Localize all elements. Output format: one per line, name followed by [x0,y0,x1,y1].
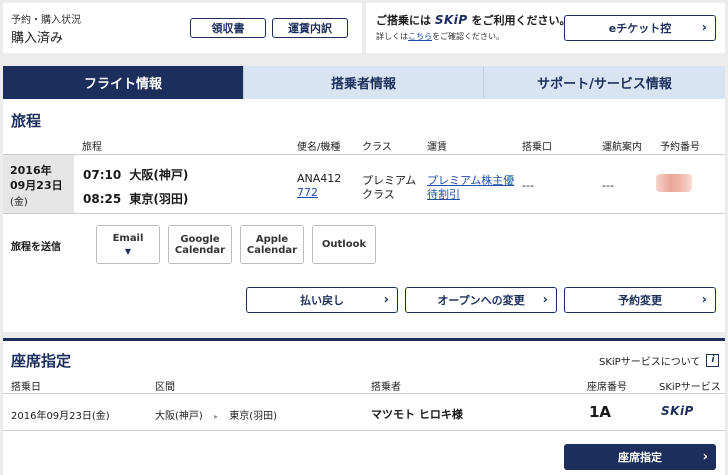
chevron-right-icon: › [542,292,548,308]
chevron-right-icon: › [702,449,708,465]
seat-skip-logo: SKiP [661,404,694,418]
seat-header-route: 区間 [155,382,175,393]
tab-flight-info[interactable]: フライト情報 [3,66,243,99]
seat-date: 2016年09月23日(金) [11,411,110,422]
booking-status-label: 予約・購入状況 [11,15,81,26]
header-booking: 予約番号 [660,142,700,153]
seat-row-divider [3,430,725,431]
skip-detail-prefix: 詳しくは [376,32,408,41]
gate-value: --- [522,179,534,192]
skip-logo: SKiP [434,13,468,27]
skip-promo-suffix: をご利用ください。 [471,14,571,27]
change-reservation-label: 予約変更 [618,294,662,307]
skip-service-label: SKiPサービスについて [599,357,701,368]
change-to-open-label: オープンへの変更 [437,294,525,307]
apple-calendar-button[interactable]: Apple Calendar [240,225,304,264]
seat-header-divider [3,393,725,394]
booking-number-blurred [656,174,692,192]
outlook-button[interactable]: Outlook [312,225,376,264]
skip-detail-link[interactable]: こちら [408,32,432,41]
chevron-right-icon: › [701,20,707,36]
itinerary-header-row: 旅程 便名/機種 クラス 運賃 搭乗口 運航案内 予約番号 [3,134,725,154]
tab-passenger-info[interactable]: 搭乗者情報 [243,66,483,99]
eticket-button-label: eチケット控 [608,22,672,35]
booking-status-panel: 予約・購入状況 購入済み 領収書 運賃内訳 [3,3,362,53]
skip-promo-prefix: ご搭乗には [376,14,431,27]
tab-support-info[interactable]: サポート/サービス情報 [483,66,725,99]
google-line1: Google [180,233,220,245]
seat-header-skip: SKiPサービス [659,382,721,393]
seat-route: 大阪(神戸) ▸ 東京(羽田) [155,407,277,422]
itinerary-title: 旅程 [11,112,42,130]
seat-select-button[interactable]: 座席指定 › [564,444,716,470]
refund-label: 払い戻し [300,294,344,307]
chevron-right-icon: › [383,292,389,308]
skip-detail-suffix: をご確認ください。 [432,32,504,41]
email-label: Email [112,232,144,244]
email-button[interactable]: Email ▼ [96,225,160,264]
header-class: クラス [362,142,392,153]
seat-number: 1A [589,403,612,421]
departure-place: 大阪(神戸) [129,168,189,182]
arrival-place: 東京(羽田) [129,192,189,206]
departure: 07:10 大阪(神戸) [83,166,188,183]
info-icon: i [706,354,720,367]
arrival: 08:25 東京(羽田) [83,190,188,207]
header-flight: 便名/機種 [297,142,341,153]
seat-passenger: マツモト ヒロキ様 [371,408,463,421]
header-status: 運航案内 [602,142,642,153]
arrival-time: 08:25 [83,192,122,206]
seat-route-to: 東京(羽田) [229,411,278,422]
flight-number: ANA412 [297,172,342,185]
chevron-right-icon: › [701,292,707,308]
booking-status-value: 購入済み [11,31,64,46]
header-route: 旅程 [82,142,102,153]
skip-promo-detail: 詳しくはこちらをご確認ください。 [376,31,504,42]
receipt-button[interactable]: 領収書 [190,18,266,38]
eticket-button[interactable]: eチケット控 › [564,15,716,41]
route-arrow-icon: ▸ [214,412,219,421]
flight-status-value: --- [602,179,614,192]
outlook-label: Outlook [321,239,367,250]
seat-header-passenger: 搭乗者 [371,382,401,393]
refund-button[interactable]: 払い戻し › [246,287,398,313]
class-line2: クラス [362,188,395,201]
date-weekday: (金) [10,197,28,208]
google-line2: Calendar [174,244,226,256]
itinerary-divider [3,154,725,155]
send-itinerary-label: 旅程を送信 [11,242,61,253]
seat-header-date: 搭乗日 [11,382,41,393]
change-to-open-button[interactable]: オープンへの変更 › [405,287,557,313]
seat-header-seat-no: 座席番号 [587,382,627,393]
itinerary-date-cell: 2016年 09月23日 (金) [3,155,74,213]
change-reservation-button[interactable]: 予約変更 › [564,287,716,313]
date-year: 2016年 [10,164,52,177]
skip-promo-text: ご搭乗には SKiP をご利用ください。 [376,12,571,28]
seat-select-label: 座席指定 [618,451,662,464]
fare-breakdown-button[interactable]: 運賃内訳 [272,18,348,38]
apple-line2: Calendar [246,244,298,256]
header-fare: 運賃 [427,142,447,153]
itinerary-row-divider [3,213,725,214]
date-day: 09月23日 [10,179,63,192]
skip-promo-panel: ご搭乗には SKiP をご利用ください。 詳しくはこちらをご確認ください。 eチ… [366,3,725,53]
google-calendar-button[interactable]: Google Calendar [168,225,232,264]
header-gate: 搭乗口 [522,142,552,153]
departure-time: 07:10 [83,168,122,182]
apple-line1: Apple [255,233,289,245]
dropdown-triangle-icon: ▼ [124,246,132,256]
skip-service-link[interactable]: SKiPサービスについて i [599,353,720,368]
seat-route-from: 大阪(神戸) [155,411,203,422]
aircraft-link[interactable]: 772 [297,186,318,199]
seat-title: 座席指定 [11,352,72,370]
fare-link-line2[interactable]: 待割引 [427,186,460,202]
